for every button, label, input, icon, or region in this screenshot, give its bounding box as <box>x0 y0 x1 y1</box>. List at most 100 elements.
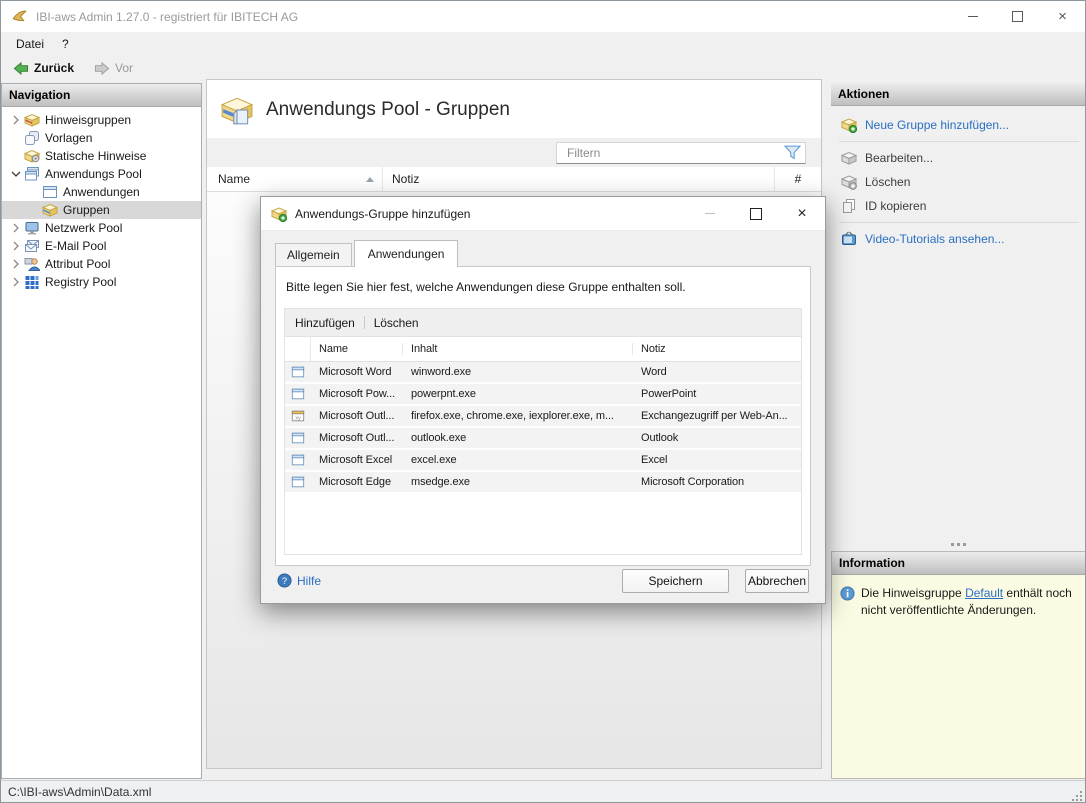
chevron-down-icon[interactable] <box>8 166 24 182</box>
action-add-group[interactable]: Neue Gruppe hinzufügen... <box>831 113 1085 137</box>
action-label: Bearbeiten... <box>865 151 933 165</box>
actions-separator <box>839 222 1079 223</box>
action-video-tutorials[interactable]: Video-Tutorials ansehen... <box>831 227 1085 251</box>
tab-anwendungen[interactable]: Anwendungen <box>354 240 459 267</box>
action-copy-id[interactable]: ID kopieren <box>831 194 1085 218</box>
filter-input[interactable] <box>565 145 784 161</box>
dialog-minimize-button[interactable] <box>687 197 733 230</box>
close-button[interactable]: × <box>1040 1 1085 32</box>
column-header-notiz[interactable]: Notiz <box>383 167 774 191</box>
help-icon: ? <box>277 573 292 588</box>
action-label: Löschen <box>865 175 910 189</box>
app-window-icon <box>291 475 305 489</box>
sidebar-item-netzwerk-pool[interactable]: Netzwerk Pool <box>2 219 201 237</box>
chevron-spacer <box>8 148 24 164</box>
information-panel: Information Die Hinweisgruppe Default en… <box>831 551 1085 779</box>
sidebar-item-email-pool[interactable]: E-Mail Pool <box>2 237 201 255</box>
chevron-right-icon[interactable] <box>8 112 24 128</box>
main-header: Anwendungs Pool - Gruppen <box>207 80 821 138</box>
help-link[interactable]: ? Hilfe <box>277 573 321 588</box>
column-header-notiz[interactable]: Notiz <box>633 343 801 355</box>
action-label: Neue Gruppe hinzufügen... <box>865 118 1009 132</box>
tab-allgemein[interactable]: Allgemein <box>275 243 352 266</box>
chevron-right-icon[interactable] <box>8 220 24 236</box>
static-notices-icon <box>24 148 40 164</box>
chevron-right-icon[interactable] <box>8 238 24 254</box>
help-label: Hilfe <box>297 574 321 588</box>
sidebar-item-statische-hinweise[interactable]: Statische Hinweise <box>2 147 201 165</box>
dialog-maximize-button[interactable] <box>733 197 779 230</box>
panel-splitter[interactable] <box>831 538 1085 551</box>
table-row[interactable]: Microsoft Edge msedge.exe Microsoft Corp… <box>285 472 801 494</box>
svg-text:xy: xy <box>295 416 301 422</box>
column-header-count[interactable]: # <box>774 167 821 191</box>
column-label: Notiz <box>392 172 419 186</box>
cell-notiz: Word <box>633 366 801 378</box>
forward-label: Vor <box>115 61 133 75</box>
sidebar-item-attribut-pool[interactable]: Attribut Pool <box>2 255 201 273</box>
navigation-header: Navigation <box>2 84 201 107</box>
action-delete[interactable]: Löschen <box>831 170 1085 194</box>
info-icon <box>840 586 855 601</box>
column-header-inhalt[interactable]: Inhalt <box>403 343 633 355</box>
cell-notiz: Outlook <box>633 432 801 444</box>
sidebar-item-vorlagen[interactable]: Vorlagen <box>2 129 201 147</box>
column-label: # <box>795 172 802 186</box>
save-button[interactable]: Speichern <box>622 569 729 593</box>
sidebar-item-hinweisgruppen[interactable]: Hinweisgruppen <box>2 111 201 129</box>
sidebar-item-anwendungs-pool[interactable]: Anwendungs Pool <box>2 165 201 183</box>
minimize-button[interactable] <box>950 1 995 32</box>
add-app-button[interactable]: Hinzufügen <box>295 316 355 330</box>
filter-bar <box>207 138 821 167</box>
dialog-tabs: Allgemein Anwendungen <box>261 231 825 266</box>
sidebar-item-anwendungen[interactable]: Anwendungen <box>2 183 201 201</box>
cell-notiz: Microsoft Corporation <box>633 476 801 488</box>
chevron-right-icon[interactable] <box>8 274 24 290</box>
filter-box <box>556 142 806 164</box>
menu-datei[interactable]: Datei <box>7 34 53 54</box>
app-window-icon <box>291 387 305 401</box>
title-bar: IBI-aws Admin 1.27.0 - registriert für I… <box>1 1 1085 33</box>
sidebar-item-registry-pool[interactable]: Registry Pool <box>2 273 201 291</box>
app-table: Hinzufügen Löschen Name Inhalt Notiz Mic… <box>284 308 802 555</box>
table-row[interactable]: Microsoft Outl... outlook.exe Outlook <box>285 428 801 450</box>
cell-inhalt: powerpnt.exe <box>403 388 633 400</box>
nav-toolbar: Zurück Vor <box>1 56 1085 80</box>
table-row[interactable]: Microsoft Pow... powerpnt.exe PowerPoint <box>285 384 801 406</box>
app-table-toolbar: Hinzufügen Löschen <box>285 309 801 337</box>
column-header-name[interactable]: Name <box>207 167 383 191</box>
maximize-button[interactable] <box>995 1 1040 32</box>
templates-icon <box>24 130 40 146</box>
app-group-xy-icon: xy <box>291 409 305 423</box>
table-row[interactable]: xy Microsoft Outl... firefox.exe, chrome… <box>285 406 801 428</box>
column-header-name[interactable]: Name <box>311 343 403 355</box>
default-group-link[interactable]: Default <box>965 586 1003 600</box>
chevron-spacer <box>26 184 42 200</box>
sidebar-item-label: Hinweisgruppen <box>45 113 131 127</box>
maximize-icon <box>1012 11 1023 22</box>
sidebar-item-label: Anwendungen <box>63 185 140 199</box>
table-row[interactable]: Microsoft Word winword.exe Word <box>285 362 801 384</box>
chevron-spacer <box>26 202 42 218</box>
cancel-button[interactable]: Abbrechen <box>745 569 809 593</box>
cell-notiz: PowerPoint <box>633 388 801 400</box>
action-edit[interactable]: Bearbeiten... <box>831 146 1085 170</box>
cell-name: Microsoft Outl... <box>311 432 403 444</box>
dialog-close-button[interactable]: × <box>779 197 825 230</box>
cell-name: Microsoft Word <box>311 366 403 378</box>
navigation-tree: Hinweisgruppen Vorlagen Statische Hinwei… <box>2 107 201 778</box>
forward-button[interactable]: Vor <box>90 59 137 78</box>
sidebar-item-label: Attribut Pool <box>45 257 110 271</box>
filter-funnel-icon[interactable] <box>784 145 801 160</box>
resize-grip[interactable] <box>1071 790 1083 802</box>
back-button[interactable]: Zurück <box>9 59 78 78</box>
cell-inhalt: msedge.exe <box>403 476 633 488</box>
chevron-right-icon[interactable] <box>8 256 24 272</box>
sidebar-item-label: Registry Pool <box>45 275 116 289</box>
video-tutorials-icon <box>841 231 857 247</box>
dialog-title: Anwendungs-Gruppe hinzufügen <box>295 207 470 221</box>
menu-help[interactable]: ? <box>53 34 78 54</box>
delete-app-button[interactable]: Löschen <box>374 316 419 330</box>
sidebar-item-gruppen[interactable]: Gruppen <box>2 201 201 219</box>
table-row[interactable]: Microsoft Excel excel.exe Excel <box>285 450 801 472</box>
